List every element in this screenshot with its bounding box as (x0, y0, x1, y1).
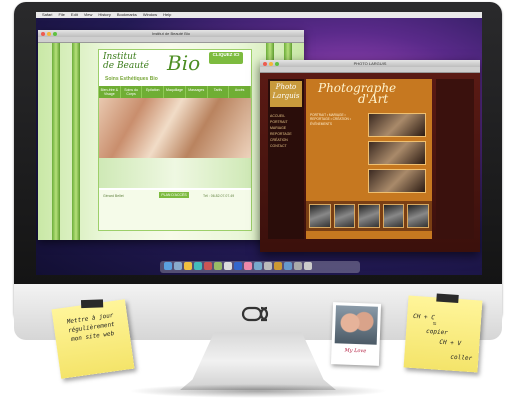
dock (160, 261, 360, 273)
app-icon[interactable] (234, 262, 242, 270)
sticky-note-left: Mettre à jour régulièrement mon site web (51, 299, 135, 379)
app-icon[interactable] (244, 262, 252, 270)
menu-item[interactable]: History (98, 12, 110, 18)
app-icon[interactable] (214, 262, 222, 270)
note-text: copier (425, 327, 449, 337)
app-icon[interactable] (204, 262, 212, 270)
note-text: Mettre à jour régulièrement mon site web (66, 311, 116, 344)
menu-item[interactable]: Bookmarks (117, 12, 137, 18)
spa-tagline: Gérard Bellet (103, 194, 124, 198)
spa-page: Institut de Beauté Bio CLIQUEZ ICI Soins… (98, 49, 252, 231)
polaroid-image (334, 305, 378, 345)
nav-item[interactable]: Maquillage (164, 86, 186, 98)
nav-item[interactable]: Bien-être & Visage (99, 86, 121, 98)
tape (80, 299, 104, 309)
menu-bar: Safari File Edit View History Bookmarks … (36, 12, 482, 18)
menu-link[interactable]: CONTACT (270, 143, 292, 149)
nav-item[interactable]: Massages (186, 86, 208, 98)
tape (436, 293, 459, 303)
film-thumbnail[interactable] (309, 204, 331, 228)
photo-site: Photo Larguis ACCUEIL PORTRAIT MARIAGE R… (260, 73, 480, 252)
plan-button[interactable]: PLAN D'ACCÈS (159, 192, 189, 198)
trash-icon[interactable] (304, 262, 312, 270)
menu-item[interactable]: Help (163, 12, 171, 18)
nav-item[interactable]: Soins du Corps (121, 86, 143, 98)
film-thumbnail[interactable] (333, 204, 356, 228)
nav-item[interactable]: Accès (229, 86, 252, 98)
photo-logo: Photo Larguis (270, 81, 302, 107)
menu-item[interactable]: Safari (42, 12, 52, 18)
window-titlebar[interactable]: PHOTO LARGUIS (260, 60, 480, 67)
menu-item[interactable]: Window (143, 12, 157, 18)
note-text: coller (450, 353, 473, 363)
minimize-button[interactable] (47, 31, 51, 36)
menu-item[interactable]: View (84, 12, 93, 18)
monitor-stand (180, 332, 336, 390)
desktop-screen: Safari File Edit View History Bookmarks … (36, 12, 482, 275)
window-controls (41, 31, 57, 36)
photo-right-column (436, 79, 474, 239)
app-icon[interactable] (184, 262, 192, 270)
stand-shadow (128, 384, 388, 398)
menu-item[interactable]: File (58, 12, 64, 18)
cta-button[interactable]: CLIQUEZ ICI (209, 52, 243, 64)
minimize-button[interactable] (269, 61, 273, 66)
window-title: PHOTO LARGUIS (353, 61, 387, 66)
photo-intro: PORTRAIT • MARIAGE • REPORTAGE • CRÉATIO… (310, 113, 351, 126)
note-text: CH + C (412, 312, 436, 322)
app-icon[interactable] (254, 262, 262, 270)
note-text: CH + V (439, 338, 462, 348)
photo-filmstrip (306, 201, 432, 231)
photo-menu: ACCUEIL PORTRAIT MARIAGE REPORTAGE CRÉAT… (270, 113, 292, 149)
spa-banner-image (99, 158, 251, 188)
app-icon[interactable] (274, 262, 282, 270)
app-icon[interactable] (294, 262, 302, 270)
photo-sidebar: Photo Larguis ACCUEIL PORTRAIT MARIAGE R… (268, 79, 304, 239)
polaroid-caption: My Love (344, 347, 367, 355)
app-icon[interactable] (224, 262, 232, 270)
app-icon[interactable] (194, 262, 202, 270)
photo-thumbnail[interactable] (368, 113, 426, 137)
spa-logo-text: Institut de Beauté (103, 52, 149, 71)
app-icon[interactable] (284, 262, 292, 270)
window-controls (263, 61, 279, 66)
app-icon[interactable] (264, 262, 272, 270)
spa-nav: Bien-être & Visage Soins du Corps Epilat… (99, 86, 252, 98)
sticky-note-right: CH + C = copier CH + V coller (403, 293, 483, 373)
bamboo-decoration (52, 43, 60, 240)
spa-subtitle: Soins Esthétiques Bio (105, 76, 158, 82)
close-button[interactable] (263, 61, 267, 66)
zoom-button[interactable] (53, 31, 57, 36)
photo-thumbnail[interactable] (368, 141, 426, 165)
spa-contact: Tél : 06.82.07.07.49 (203, 194, 235, 198)
window-titlebar[interactable]: Institut de Beauté Bio (38, 30, 304, 37)
browser-window-photo[interactable]: PHOTO LARGUIS Photo Larguis ACCUEIL PORT… (260, 60, 480, 252)
film-thumbnail[interactable] (382, 204, 405, 228)
nav-item[interactable]: Tarifs (208, 86, 230, 98)
imac-monitor: Safari File Edit View History Bookmarks … (14, 2, 502, 340)
finder-icon[interactable] (164, 262, 172, 270)
spa-logo-bio: Bio (167, 51, 201, 75)
photo-thumbnail[interactable] (368, 169, 426, 193)
window-title: Institut de Beauté Bio (151, 31, 191, 36)
film-thumbnail[interactable] (407, 204, 429, 228)
polaroid-photo: My Love (330, 302, 382, 366)
menu-item[interactable]: Edit (71, 12, 78, 18)
photo-heading: Photographe d'Art (318, 81, 397, 106)
brand-logo-icon (241, 306, 269, 322)
close-button[interactable] (41, 31, 45, 36)
nav-item[interactable]: Epilation (142, 86, 165, 98)
film-thumbnail[interactable] (358, 204, 380, 228)
app-icon[interactable] (174, 262, 182, 270)
zoom-button[interactable] (275, 61, 279, 66)
bamboo-decoration (72, 43, 80, 240)
spa-hero-image (99, 98, 251, 158)
